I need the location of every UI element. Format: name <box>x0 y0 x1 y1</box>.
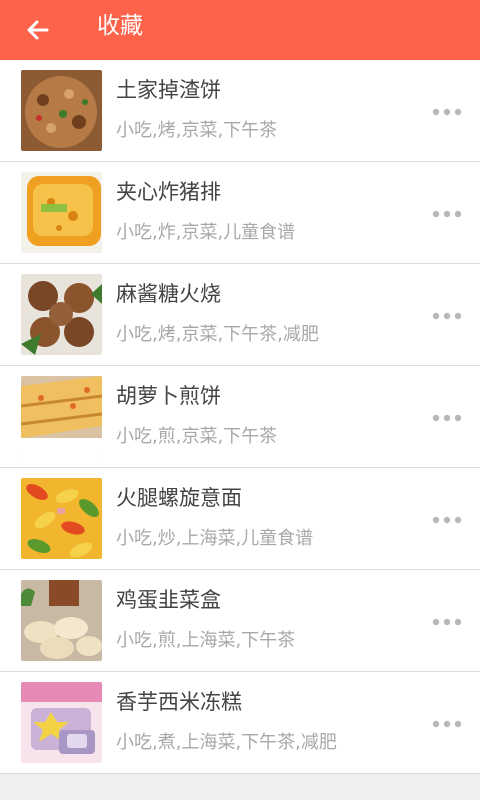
list-item[interactable]: 火腿螺旋意面 小吃,炒,上海菜,儿童食谱 <box>0 468 480 570</box>
recipe-name: 胡萝卜煎饼 <box>116 384 221 408</box>
list-item[interactable]: 夹心炸猪排 小吃,炸,京菜,儿童食谱 <box>0 162 480 264</box>
recipe-thumbnail <box>21 376 102 457</box>
recipe-tags: 小吃,煮,上海菜,下午茶,减肥 <box>116 732 337 753</box>
list-item[interactable]: 麻酱糖火烧 小吃,烤,京菜,下午茶,减肥 <box>0 264 480 366</box>
more-horizontal-icon <box>432 312 462 320</box>
recipe-name: 火腿螺旋意面 <box>116 486 242 510</box>
recipe-thumbnail <box>21 172 102 253</box>
recipe-thumbnail <box>21 70 102 151</box>
recipe-tags: 小吃,烤,京菜,下午茶 <box>116 120 278 141</box>
recipe-name: 鸡蛋韭菜盒 <box>116 588 221 612</box>
more-button[interactable] <box>431 104 463 118</box>
more-horizontal-icon <box>432 516 462 524</box>
recipe-tags: 小吃,炒,上海菜,儿童食谱 <box>116 528 314 549</box>
list-item[interactable]: 香芋西米冻糕 小吃,煮,上海菜,下午茶,减肥 <box>0 672 480 774</box>
more-button[interactable] <box>431 308 463 322</box>
list-item[interactable]: 胡萝卜煎饼 小吃,煎,京菜,下午茶 <box>0 366 480 468</box>
recipe-name: 土家掉渣饼 <box>116 78 221 102</box>
more-button[interactable] <box>431 512 463 526</box>
recipe-tags: 小吃,煎,上海菜,下午茶 <box>116 630 296 651</box>
more-horizontal-icon <box>432 210 462 218</box>
recipe-name: 夹心炸猪排 <box>116 180 221 204</box>
list-item[interactable]: 土家掉渣饼 小吃,烤,京菜,下午茶 <box>0 60 480 162</box>
list-item[interactable]: 鸡蛋韭菜盒 小吃,煎,上海菜,下午茶 <box>0 570 480 672</box>
recipe-thumbnail <box>21 274 102 355</box>
recipe-tags: 小吃,烤,京菜,下午茶,减肥 <box>116 324 319 345</box>
more-horizontal-icon <box>432 720 462 728</box>
recipe-thumbnail <box>21 682 102 763</box>
recipe-thumbnail <box>21 478 102 559</box>
page-title: 收藏 <box>97 13 143 39</box>
favorites-list: 土家掉渣饼 小吃,烤,京菜,下午茶 夹心炸猪排 小吃,炸,京菜,儿童食谱 麻酱糖… <box>0 60 480 774</box>
title-bar: 收藏 <box>0 0 480 60</box>
back-button[interactable] <box>20 12 56 48</box>
recipe-tags: 小吃,煎,京菜,下午茶 <box>116 426 278 447</box>
more-horizontal-icon <box>432 618 462 626</box>
recipe-thumbnail <box>21 580 102 661</box>
more-button[interactable] <box>431 410 463 424</box>
recipe-tags: 小吃,炸,京菜,儿童食谱 <box>116 222 296 243</box>
recipe-name: 麻酱糖火烧 <box>116 282 221 306</box>
recipe-name: 香芋西米冻糕 <box>116 690 242 714</box>
more-horizontal-icon <box>432 108 462 116</box>
more-button[interactable] <box>431 716 463 730</box>
more-button[interactable] <box>431 206 463 220</box>
arrow-left-icon <box>27 20 49 40</box>
more-horizontal-icon <box>432 414 462 422</box>
more-button[interactable] <box>431 614 463 628</box>
